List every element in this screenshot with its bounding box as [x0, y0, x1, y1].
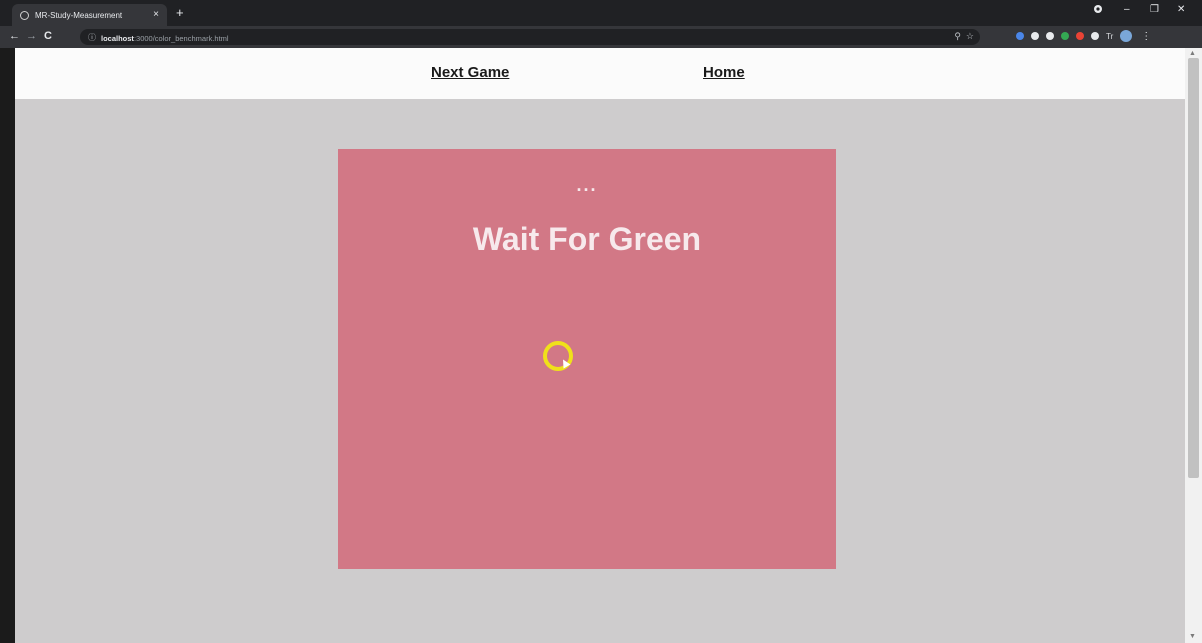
- url-path: :3000/color_benchmark.html: [133, 34, 229, 43]
- browser-toolbar: ← → C ⓘ localhost:3000/color_benchmark.h…: [0, 26, 1202, 48]
- bookmark-star-icon[interactable]: ☆: [966, 31, 974, 42]
- address-bar[interactable]: ⓘ localhost:3000/color_benchmark.html ⚲ …: [80, 29, 980, 45]
- page-scrollbar[interactable]: ▲ ▼: [1185, 48, 1202, 643]
- scroll-up-icon[interactable]: ▲: [1189, 50, 1196, 57]
- reload-button[interactable]: C: [44, 30, 52, 43]
- reaction-game-area[interactable]: ... Wait For Green: [338, 149, 836, 569]
- tab-title: MR-Study-Measurement: [35, 10, 123, 20]
- extension-5-icon[interactable]: [1076, 32, 1084, 40]
- forward-button[interactable]: →: [26, 30, 37, 43]
- extension-1-icon[interactable]: [1016, 32, 1024, 40]
- window-close-button[interactable]: ✕: [1177, 4, 1185, 16]
- new-tab-button[interactable]: +: [176, 6, 184, 20]
- globe-icon: [20, 10, 29, 20]
- back-button[interactable]: ←: [9, 30, 20, 43]
- extension-2-icon[interactable]: [1031, 32, 1039, 40]
- extension-7-icon[interactable]: Tr: [1106, 32, 1113, 41]
- restore-button[interactable]: ❐: [1150, 4, 1159, 16]
- extension-4-icon[interactable]: [1061, 32, 1069, 40]
- settings-gear-icon[interactable]: [1093, 4, 1103, 18]
- page-viewport: Next Game Home ... Wait For Green: [15, 48, 1185, 643]
- next-game-link[interactable]: Next Game: [431, 64, 509, 81]
- browser-menu-icon[interactable]: ⋮: [1141, 31, 1151, 42]
- site-info-icon[interactable]: ⓘ: [88, 32, 96, 43]
- url-host: localhost: [101, 34, 134, 43]
- browser-tabstrip: MR-Study-Measurement × + – ❐ ✕: [0, 0, 1202, 26]
- browser-tab[interactable]: MR-Study-Measurement ×: [12, 4, 167, 26]
- profile-avatar[interactable]: [1120, 30, 1133, 42]
- cursor-highlight-ring: [543, 341, 573, 371]
- top-nav: Next Game Home: [15, 48, 1185, 99]
- tab-close-icon[interactable]: ×: [153, 10, 159, 20]
- extension-6-icon[interactable]: [1091, 32, 1099, 40]
- scroll-thumb[interactable]: [1188, 58, 1199, 478]
- zoom-icon[interactable]: ⚲: [954, 31, 961, 42]
- status-indicator: ...: [576, 175, 598, 195]
- extension-3-icon[interactable]: [1046, 32, 1054, 40]
- scroll-down-icon[interactable]: ▼: [1189, 633, 1196, 640]
- home-link[interactable]: Home: [703, 64, 745, 81]
- minimize-button[interactable]: –: [1124, 4, 1130, 16]
- game-instruction: Wait For Green: [472, 221, 702, 257]
- extension-tray: Tr ⋮: [1016, 30, 1151, 42]
